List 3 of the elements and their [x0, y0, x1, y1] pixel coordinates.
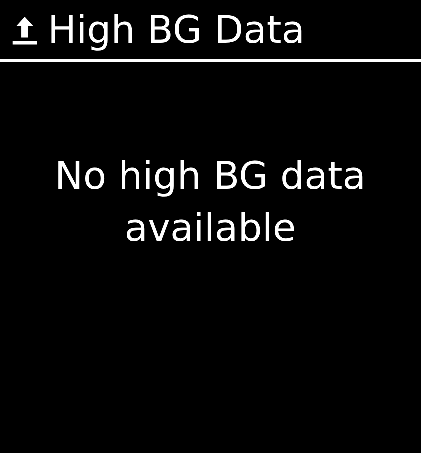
empty-message: No high BG data available [54, 153, 368, 252]
screen-title: High BG Data [48, 10, 306, 48]
up-arrow-icon [12, 14, 38, 44]
